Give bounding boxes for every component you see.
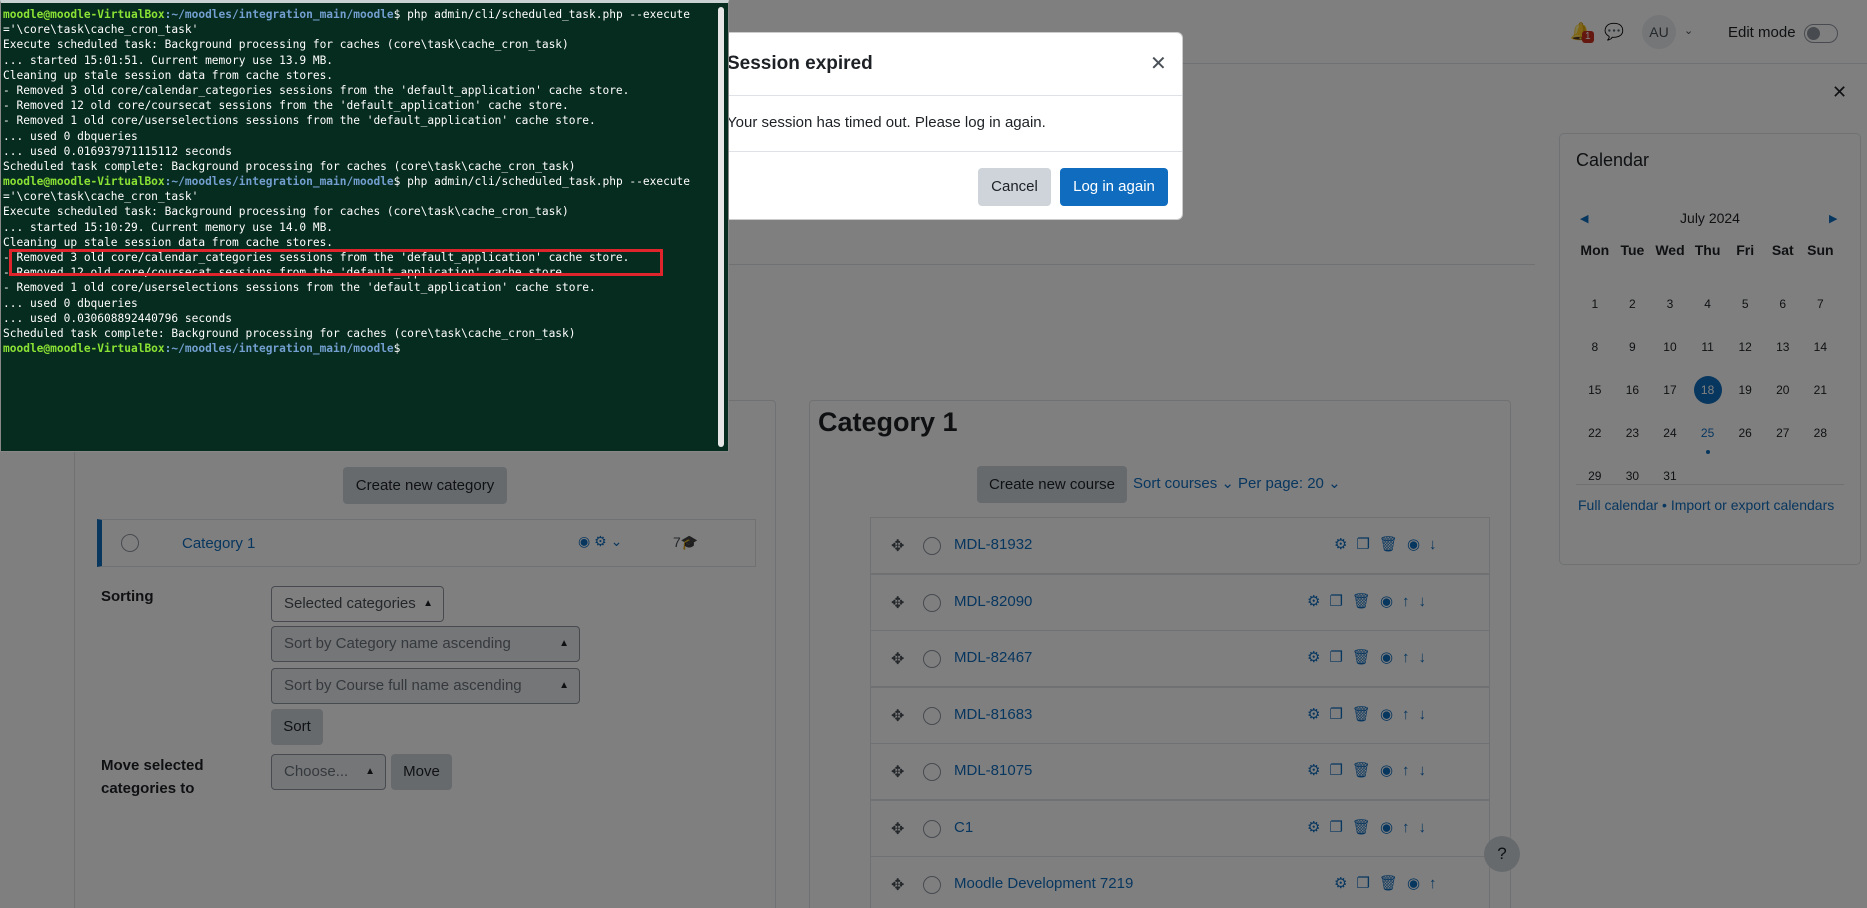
modal-title: Session expired	[727, 53, 873, 74]
prompt-command: $ php admin/cli/scheduled_task.php --exe…	[393, 8, 691, 21]
prompt-command: $	[393, 342, 401, 356]
terminal-line: ... used 0 dbqueries	[3, 296, 138, 310]
terminal-line: - Removed 1 old core/userselections sess…	[3, 114, 596, 128]
prompt-user: moodle@moodle-VirtualBox	[3, 175, 165, 189]
highlight-annotation-box	[9, 249, 663, 276]
terminal-line: - Removed 3 old core/calendar_categories…	[3, 83, 630, 97]
close-icon[interactable]: ✕	[1150, 51, 1167, 76]
prompt-user: moodle@moodle-VirtualBox	[3, 342, 165, 356]
moodle-page: 🔔 1 💬 AU ⌄ Edit mode ✕ Calendar July 202…	[0, 0, 1867, 908]
terminal-line: Cleaning up stale session data from cach…	[3, 235, 334, 249]
prompt-user: moodle@moodle-VirtualBox	[3, 8, 165, 21]
terminal-window[interactable]: moodle@moodle-VirtualBox:~/moodles/integ…	[0, 0, 729, 452]
prompt-path: :~/moodles/integration_main/moodle	[164, 8, 394, 21]
terminal-output: moodle@moodle-VirtualBox:~/moodles/integ…	[3, 7, 721, 356]
session-expired-modal: Session expired ✕ Your session has timed…	[708, 32, 1183, 220]
divider	[709, 151, 1182, 152]
terminal-line: Scheduled task complete: Background proc…	[3, 326, 576, 340]
terminal-scrollbar[interactable]	[718, 7, 724, 447]
terminal-line: moodle@moodle-VirtualBox:~/moodles/integ…	[3, 341, 721, 356]
terminal-line: moodle@moodle-VirtualBox:~/moodles/integ…	[3, 174, 721, 189]
prompt-path: :~/moodles/integration_main/moodle	[164, 342, 394, 356]
divider	[709, 95, 1182, 96]
terminal-line: ... used 0 dbqueries	[3, 129, 138, 143]
prompt-command: $ php admin/cli/scheduled_task.php --exe…	[393, 175, 691, 189]
terminal-line: ... started 15:01:51. Current memory use…	[3, 53, 334, 67]
terminal-line: ='\core\task\cache_cron_task'	[3, 190, 199, 204]
terminal-line: ... used 0.030608892440796 seconds	[3, 311, 233, 325]
modal-body: Your session has timed out. Please log i…	[727, 114, 1046, 131]
prompt-path: :~/moodles/integration_main/moodle	[164, 175, 394, 189]
terminal-line: - Removed 12 old core/coursecat sessions…	[3, 99, 569, 113]
terminal-line: - Removed 1 old core/userselections sess…	[3, 281, 596, 295]
log-in-again-button[interactable]: Log in again	[1060, 168, 1168, 206]
terminal-line: ... used 0.016937971115112 seconds	[3, 144, 233, 158]
terminal-line: ='\core\task\cache_cron_task'	[3, 23, 199, 37]
terminal-line: Scheduled task complete: Background proc…	[3, 159, 576, 173]
terminal-line: Execute scheduled task: Background proce…	[3, 38, 569, 52]
cancel-button[interactable]: Cancel	[978, 168, 1051, 206]
terminal-line: Cleaning up stale session data from cach…	[3, 68, 334, 82]
terminal-line: ... started 15:10:29. Current memory use…	[3, 220, 334, 234]
terminal-line: Execute scheduled task: Background proce…	[3, 205, 569, 219]
terminal-line: moodle@moodle-VirtualBox:~/moodles/integ…	[3, 7, 721, 22]
